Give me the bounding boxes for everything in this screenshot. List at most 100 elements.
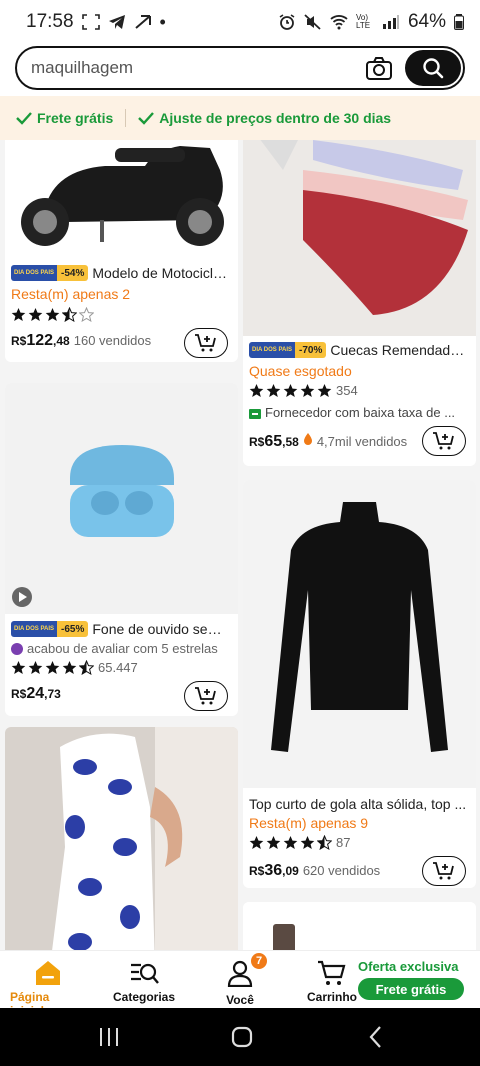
price-row: R$24,73 bbox=[11, 685, 61, 703]
add-to-cart-button[interactable] bbox=[422, 856, 466, 886]
product-card-motorcycle[interactable]: DIA DOS PAIS -54% Modelo de Motociclet...… bbox=[5, 140, 238, 362]
network-label: Vo) LTE bbox=[355, 13, 371, 30]
review-count: 65.447 bbox=[98, 660, 138, 675]
product-title-row: DIA DOS PAIS -70% Cuecas Remendadas... bbox=[249, 342, 470, 358]
notification-badge: 7 bbox=[251, 953, 267, 969]
star-full-icon bbox=[11, 661, 26, 674]
camera-icon[interactable] bbox=[365, 56, 393, 82]
rating-stars: 87 bbox=[249, 835, 350, 850]
price: R$24,73 bbox=[11, 685, 61, 702]
android-navigation-bar bbox=[0, 1008, 480, 1066]
product-feed[interactable]: DIA DOS PAIS -54% Modelo de Motociclet...… bbox=[0, 140, 480, 950]
price-row: R$122,48 160 vendidos bbox=[11, 332, 151, 350]
home-nav-icon[interactable] bbox=[229, 1024, 255, 1050]
search-icon bbox=[423, 58, 444, 79]
product-image bbox=[243, 902, 476, 950]
discount-badge: DIA DOS PAIS -65% bbox=[11, 621, 89, 637]
product-title: Fone de ouvido sem ... bbox=[92, 621, 232, 637]
sold-count: 620 vendidos bbox=[302, 863, 381, 878]
discount-badge: DIA DOS PAIS -54% bbox=[11, 265, 89, 281]
supplier-row: Fornecedor com baixa taxa de ... bbox=[249, 405, 455, 420]
price: R$36,09 bbox=[249, 862, 299, 879]
product-image bbox=[5, 140, 238, 258]
promo-strip[interactable]: Frete grátis Ajuste de preços dentro de … bbox=[0, 96, 480, 140]
product-title: Modelo de Motociclet... bbox=[92, 265, 232, 281]
star-full-icon bbox=[300, 384, 315, 397]
add-to-cart-button[interactable] bbox=[422, 426, 466, 456]
nav-cart[interactable]: Carrinho bbox=[306, 951, 358, 1004]
star-full-icon bbox=[45, 308, 60, 321]
sold-count: 4,7mil vendidos bbox=[316, 434, 408, 449]
sold-count: 160 vendidos bbox=[73, 333, 152, 348]
star-half-icon bbox=[62, 307, 77, 322]
avatar bbox=[11, 642, 23, 655]
offer-title: Oferta exclusiva bbox=[358, 959, 459, 974]
star-full-icon bbox=[28, 661, 43, 674]
back-icon[interactable] bbox=[363, 1024, 389, 1050]
product-title: Top curto de gola alta sólida, top ... bbox=[249, 796, 467, 812]
star-full-icon bbox=[249, 836, 264, 849]
add-to-cart-button[interactable] bbox=[184, 328, 228, 358]
signal-icon bbox=[382, 15, 399, 29]
stock-label: Resta(m) apenas 2 bbox=[11, 286, 131, 302]
price-row: R$36,09 620 vendidos bbox=[249, 862, 380, 880]
dot-icon: • bbox=[159, 11, 166, 32]
fire-icon bbox=[303, 433, 312, 445]
star-full-icon bbox=[11, 308, 26, 321]
price: R$122,48 bbox=[11, 332, 70, 349]
cart-add-icon bbox=[433, 862, 454, 880]
discount-badge: DIA DOS PAIS -70% bbox=[249, 342, 327, 358]
star-half-icon bbox=[79, 660, 94, 675]
product-title-row: DIA DOS PAIS -65% Fone de ouvido sem ... bbox=[11, 621, 232, 637]
telegram-icon bbox=[108, 15, 125, 29]
product-title-row: DIA DOS PAIS -54% Modelo de Motociclet... bbox=[11, 265, 232, 281]
add-to-cart-button[interactable] bbox=[184, 681, 228, 711]
star-full-icon bbox=[283, 384, 298, 397]
star-full-icon bbox=[45, 661, 60, 674]
product-card-partial[interactable] bbox=[243, 902, 476, 950]
product-title: Cuecas Remendadas... bbox=[330, 342, 470, 358]
store-icon bbox=[249, 408, 261, 419]
categories-icon bbox=[131, 963, 159, 984]
search-bar bbox=[0, 44, 480, 96]
review-count: 354 bbox=[336, 383, 358, 398]
star-full-icon bbox=[317, 384, 332, 397]
star-full-icon bbox=[266, 384, 281, 397]
promo-price-adjust: Ajuste de preços dentro de 30 dias bbox=[126, 110, 391, 126]
check-icon bbox=[138, 112, 155, 125]
product-title-row: Top curto de gola alta sólida, top ... bbox=[249, 796, 470, 812]
search-input[interactable] bbox=[31, 58, 351, 78]
rating-stars bbox=[11, 307, 94, 322]
stock-label: Resta(m) apenas 9 bbox=[249, 815, 369, 831]
product-card-dress[interactable] bbox=[5, 727, 238, 950]
product-image bbox=[5, 383, 238, 614]
product-image bbox=[5, 727, 238, 950]
search-box[interactable] bbox=[15, 46, 465, 90]
free-shipping-button[interactable]: Frete grátis bbox=[358, 978, 464, 1000]
star-full-icon bbox=[300, 836, 315, 849]
home-icon bbox=[36, 961, 60, 985]
you-icon-wrap: 7 bbox=[225, 951, 267, 993]
recent-apps-icon[interactable] bbox=[96, 1024, 122, 1050]
promo-free-shipping: Frete grátis bbox=[0, 110, 113, 126]
exclusive-offer[interactable]: Oferta exclusiva Frete grátis bbox=[358, 959, 478, 1000]
nav-categories[interactable]: Categorias bbox=[108, 951, 180, 1004]
cart-add-icon bbox=[195, 687, 216, 705]
product-card-earbuds[interactable]: DIA DOS PAIS -65% Fone de ouvido sem ... … bbox=[5, 383, 238, 716]
review-note-row: acabou de avaliar com 5 estrelas bbox=[11, 641, 218, 656]
product-image bbox=[243, 480, 476, 788]
review-count: 87 bbox=[336, 835, 351, 850]
status-time: 17:58 bbox=[26, 11, 74, 32]
cart-icon bbox=[318, 960, 346, 985]
product-card-underwear[interactable]: DIA DOS PAIS -70% Cuecas Remendadas... Qu… bbox=[243, 140, 476, 466]
star-full-icon bbox=[266, 836, 281, 849]
search-button[interactable] bbox=[405, 50, 461, 86]
nav-you[interactable]: 7 Você bbox=[212, 951, 268, 1007]
star-full-icon bbox=[283, 836, 298, 849]
product-card-top[interactable]: Top curto de gola alta sólida, top ... R… bbox=[243, 480, 476, 888]
wifi-icon bbox=[330, 15, 348, 30]
screenshot-icon bbox=[81, 14, 100, 30]
mute-icon bbox=[304, 14, 321, 30]
star-full-icon bbox=[28, 308, 43, 321]
alarm-icon bbox=[279, 14, 295, 30]
